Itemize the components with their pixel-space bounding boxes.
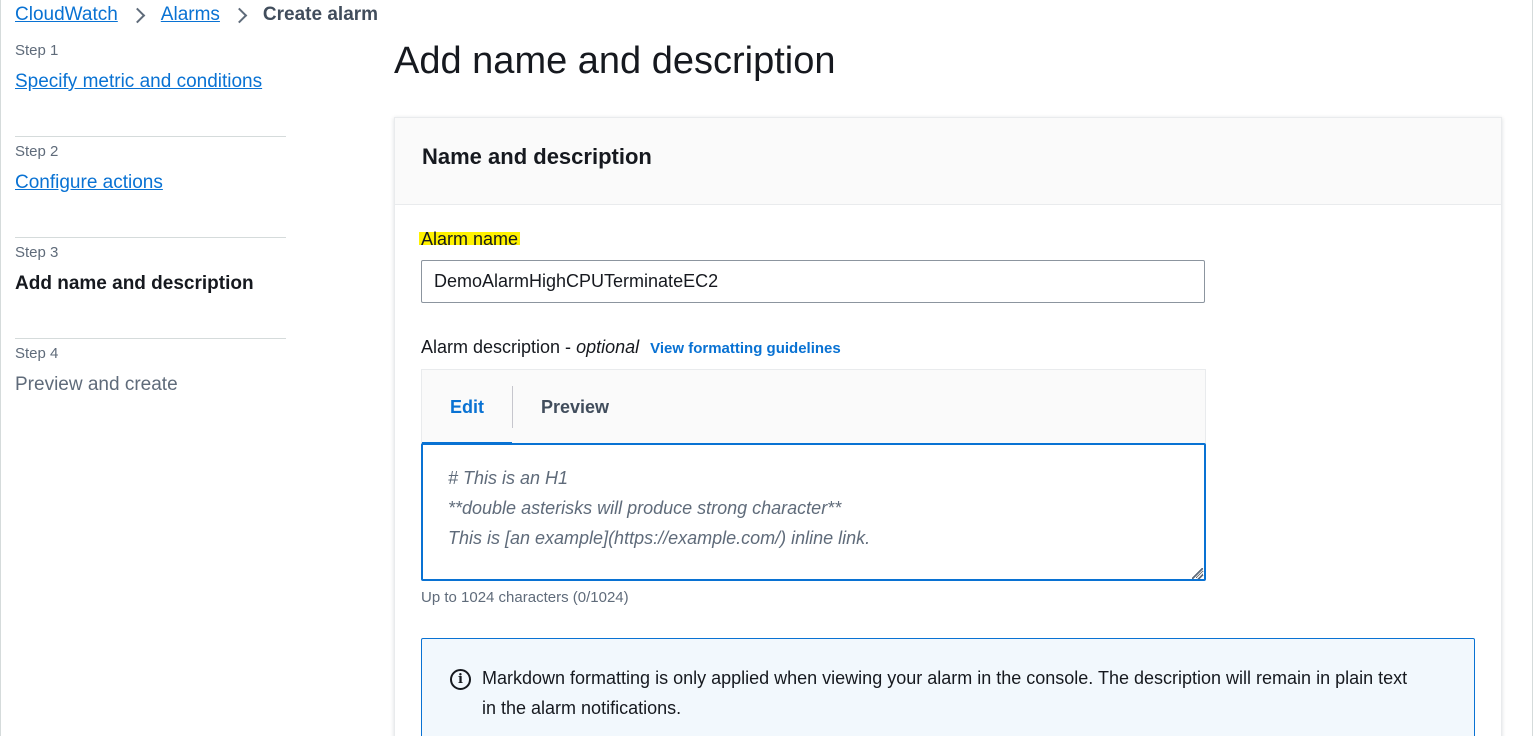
wizard-steps-nav: Step 1 Specify metric and conditions Ste… <box>15 36 286 440</box>
create-alarm-page: CloudWatch Alarms Create alarm Step 1 Sp… <box>0 0 1533 736</box>
alarm-name-input[interactable] <box>421 260 1205 303</box>
step-configure-actions-link[interactable]: Configure actions <box>15 172 286 194</box>
page-title: Add name and description <box>394 40 836 82</box>
tab-preview[interactable]: Preview <box>513 370 637 445</box>
step-specify-metric-link[interactable]: Specify metric and conditions <box>15 71 286 93</box>
container-header: Name and description <box>395 118 1501 205</box>
step-preview-create: Preview and create <box>15 374 178 395</box>
step-number: Step 4 <box>15 345 59 362</box>
chevron-right-icon <box>129 7 146 23</box>
breadcrumb-cloudwatch-link[interactable]: CloudWatch <box>15 4 118 26</box>
step-number: Step 2 <box>15 143 59 160</box>
alarm-description-textarea[interactable] <box>421 443 1206 581</box>
wizard-step-3: Step 3 Add name and description <box>15 238 286 339</box>
view-formatting-guidelines-link[interactable]: View formatting guidelines <box>650 340 841 357</box>
description-label-text: Alarm description - <box>421 337 577 357</box>
info-alert-text: Markdown formatting is only applied when… <box>482 668 1408 718</box>
character-constraint: Up to 1024 characters (0/1024) <box>421 589 629 606</box>
info-icon: i <box>450 669 471 690</box>
wizard-step-4: Step 4 Preview and create <box>15 339 286 440</box>
wizard-step-2: Step 2 Configure actions <box>15 137 286 238</box>
container-title: Name and description <box>422 144 652 169</box>
textarea-resize-handle[interactable] <box>1192 568 1203 579</box>
alarm-name-label: Alarm name <box>419 229 521 250</box>
markdown-info-alert: i Markdown formatting is only applied wh… <box>421 638 1475 736</box>
name-description-container: Name and description Alarm name Alarm de… <box>394 117 1502 736</box>
alarm-description-label: Alarm description - optional View format… <box>421 337 841 358</box>
optional-text: optional <box>576 337 640 357</box>
step-add-name-current: Add name and description <box>15 273 254 294</box>
highlighted-text: Alarm name <box>419 229 521 249</box>
description-tabs: Edit Preview <box>421 369 1206 445</box>
breadcrumb-alarms-link[interactable]: Alarms <box>161 4 220 26</box>
tab-edit[interactable]: Edit <box>422 370 512 445</box>
wizard-step-1: Step 1 Specify metric and conditions <box>15 36 286 137</box>
step-number: Step 1 <box>15 42 59 59</box>
step-number: Step 3 <box>15 244 59 261</box>
breadcrumb: CloudWatch Alarms Create alarm <box>15 4 378 26</box>
chevron-right-icon <box>231 7 248 23</box>
breadcrumb-current: Create alarm <box>262 4 379 25</box>
